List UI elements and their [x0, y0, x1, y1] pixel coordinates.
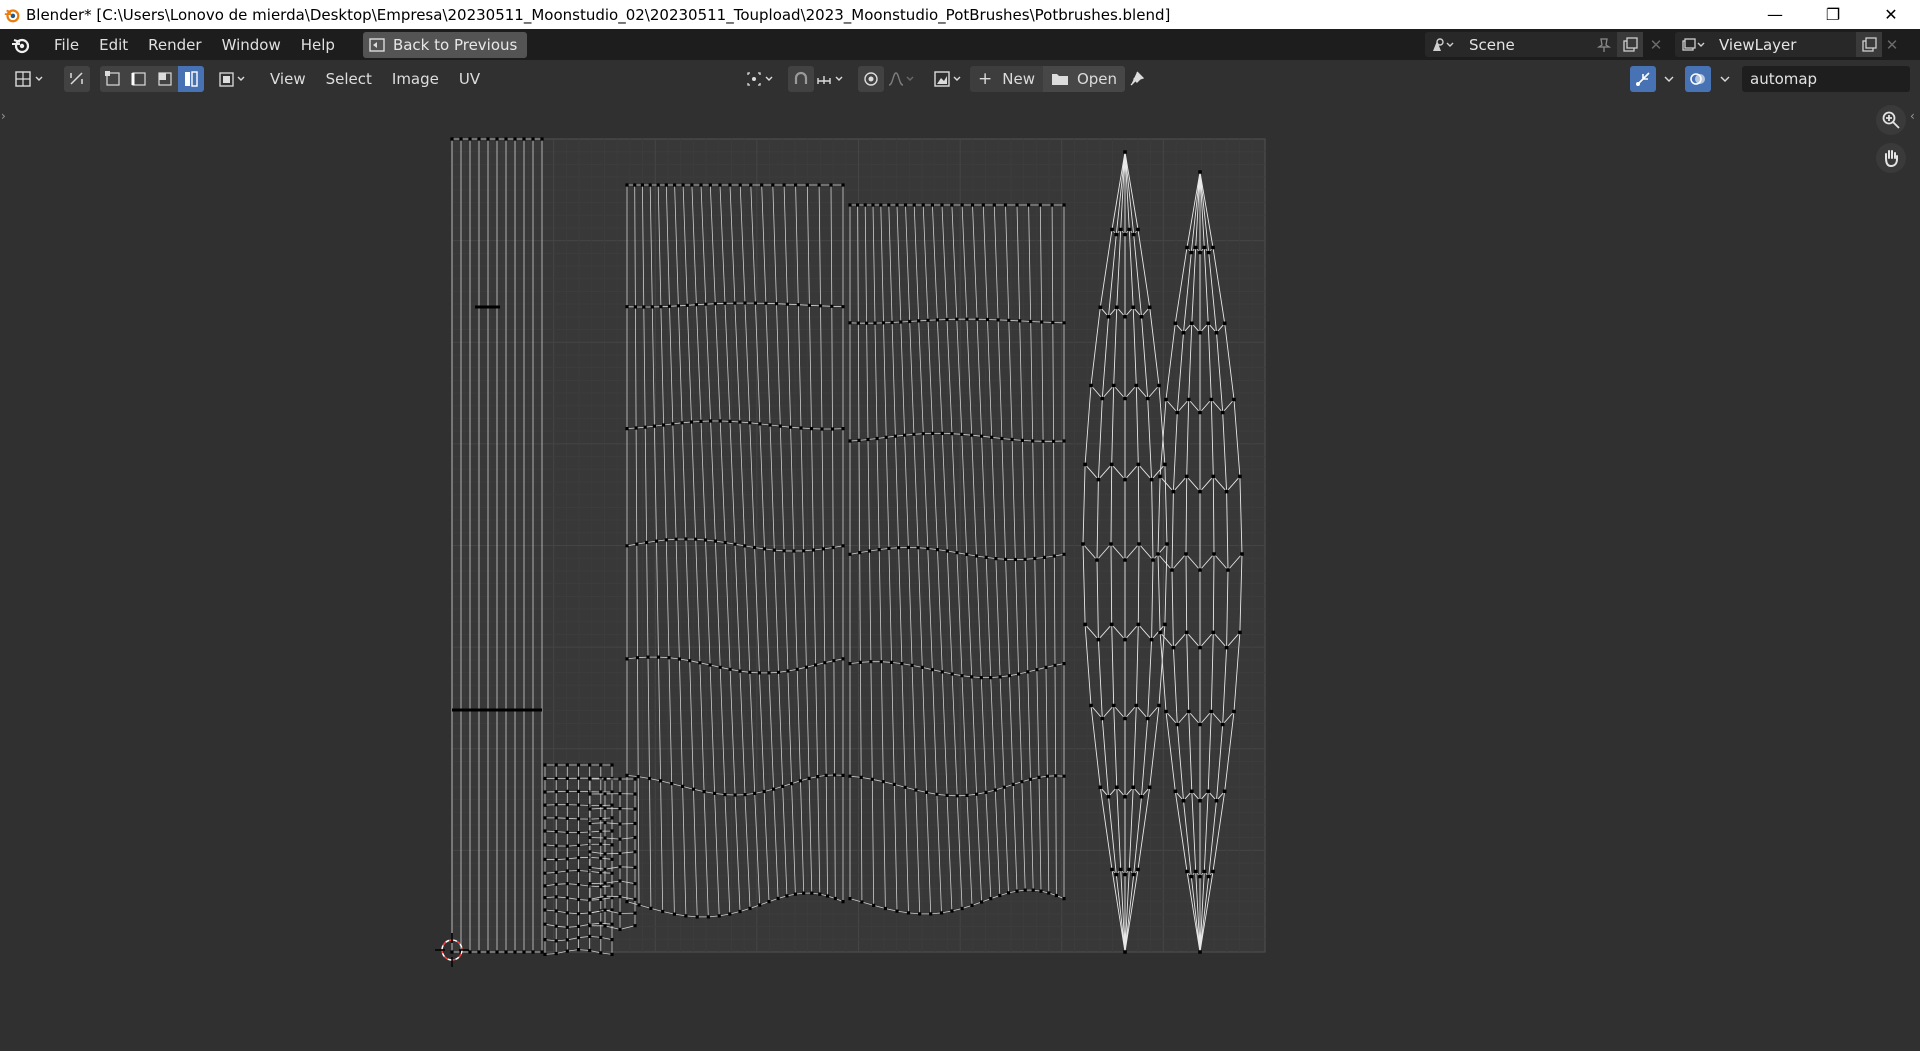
falloff-curve-icon: [888, 72, 914, 86]
image-browse-button[interactable]: [932, 66, 968, 92]
overlay-icon: [1690, 73, 1705, 85]
new-scene-button[interactable]: [1617, 32, 1643, 57]
gizmo-toggle-button[interactable]: [1630, 66, 1656, 92]
proportional-edit-icon: [864, 72, 878, 86]
open-image-button[interactable]: Open: [1042, 66, 1126, 92]
vertex-select-button[interactable]: [100, 65, 126, 92]
view-layer-field[interactable]: ViewLayer: [1711, 32, 1856, 57]
pin-icon: [1597, 37, 1611, 52]
hand-pan-icon: [1885, 150, 1898, 168]
snap-increment-icon: [817, 76, 843, 84]
menu-window[interactable]: Window: [212, 33, 291, 57]
zoom-icon: [1882, 111, 1900, 129]
uv-editor-header: View Select Image UV + New Open automap: [0, 60, 1920, 97]
view-layer-icon: [1682, 37, 1705, 51]
scene-selector-area: Scene ✕ ViewLayer ✕: [1425, 32, 1902, 57]
scene-pin-button[interactable]: [1591, 32, 1617, 57]
edge-select-icon: [131, 71, 146, 86]
image-browse-icon: [934, 71, 961, 87]
menu-file[interactable]: File: [44, 33, 89, 57]
chevron-down-icon: [1664, 76, 1674, 82]
duplicate-icon: [1862, 36, 1877, 52]
proportional-edit-button[interactable]: [858, 66, 884, 92]
island-select-icon: [185, 70, 198, 87]
face-select-button[interactable]: [152, 65, 178, 92]
overlay-toggle-button[interactable]: [1685, 66, 1711, 92]
delete-view-layer-button[interactable]: ✕: [1882, 32, 1902, 57]
uv-canvas[interactable]: [0, 97, 1920, 1051]
new-view-layer-button[interactable]: [1856, 32, 1882, 57]
snap-icon: [794, 71, 808, 84]
open-image-label: Open: [1076, 70, 1118, 88]
pivot-point-button[interactable]: [744, 66, 780, 92]
face-select-icon: [158, 71, 172, 86]
new-image-label: New: [1002, 70, 1035, 88]
menu-view[interactable]: View: [260, 66, 316, 92]
falloff-button[interactable]: [886, 66, 918, 92]
pan-button[interactable]: [1876, 143, 1906, 173]
blender-app-icon: [4, 8, 20, 22]
delete-scene-button[interactable]: ✕: [1643, 32, 1669, 57]
uv-map-field[interactable]: automap: [1742, 66, 1910, 92]
blender-logo-icon[interactable]: [10, 34, 32, 56]
menu-select[interactable]: Select: [316, 66, 382, 92]
island-select-button[interactable]: [178, 65, 204, 92]
menu-edit[interactable]: Edit: [89, 33, 138, 57]
back-to-previous-button[interactable]: Back to Previous: [362, 31, 528, 58]
left-panel-toggle-icon[interactable]: ›: [1, 109, 6, 123]
pivot-point-icon: [747, 72, 773, 86]
sticky-select-icon: [219, 71, 245, 87]
new-image-button[interactable]: + New: [970, 66, 1043, 92]
edge-select-button[interactable]: [126, 65, 152, 92]
snap-target-button[interactable]: [814, 66, 850, 92]
menu-uv[interactable]: UV: [449, 66, 490, 92]
view-layer-name: ViewLayer: [1719, 35, 1797, 54]
zoom-button[interactable]: [1876, 105, 1906, 135]
vertex-select-icon: [105, 70, 120, 86]
scene-name: Scene: [1469, 35, 1515, 54]
scene-name-field[interactable]: Scene: [1461, 32, 1591, 57]
uv-editor-icon: [15, 70, 43, 87]
right-panel-toggle-icon[interactable]: ‹: [1910, 109, 1915, 123]
overlay-dropdown-button[interactable]: [1712, 66, 1738, 92]
scene-browse-button[interactable]: [1425, 32, 1461, 57]
duplicate-icon: [1623, 36, 1638, 52]
gizmo-dropdown-button[interactable]: [1656, 66, 1682, 92]
pin-image-button[interactable]: [1124, 66, 1150, 92]
folder-icon: [1051, 74, 1068, 85]
menu-help[interactable]: Help: [291, 33, 345, 57]
sync-selection-icon: [70, 71, 83, 85]
chevron-down-icon: [1720, 76, 1730, 82]
sticky-select-button[interactable]: [216, 66, 250, 92]
uv-viewport[interactable]: › ‹: [0, 97, 1920, 1051]
snap-toggle-button[interactable]: [788, 66, 814, 92]
menu-render[interactable]: Render: [138, 33, 211, 57]
minimize-button[interactable]: —: [1746, 0, 1804, 29]
gizmo-icon: [1636, 72, 1650, 86]
editor-type-button[interactable]: [12, 66, 50, 92]
close-window-button[interactable]: ✕: [1862, 0, 1920, 29]
scene-icon: [1433, 37, 1454, 51]
window-titlebar: Blender* [C:\Users\Lonovo de mierda\Desk…: [0, 0, 1920, 29]
blender-topbar: File Edit Render Window Help Back to Pre…: [0, 29, 1920, 60]
restore-button[interactable]: ❐: [1804, 0, 1862, 29]
window-title: Blender* [C:\Users\Lonovo de mierda\Desk…: [26, 5, 1171, 24]
pin-icon: [1130, 71, 1145, 86]
sync-selection-button[interactable]: [64, 65, 90, 92]
back-to-previous-label: Back to Previous: [392, 35, 518, 54]
view-layer-browse-button[interactable]: [1675, 32, 1711, 57]
menu-image[interactable]: Image: [382, 66, 449, 92]
plus-icon: +: [978, 69, 993, 89]
screen-back-icon: [369, 37, 385, 52]
